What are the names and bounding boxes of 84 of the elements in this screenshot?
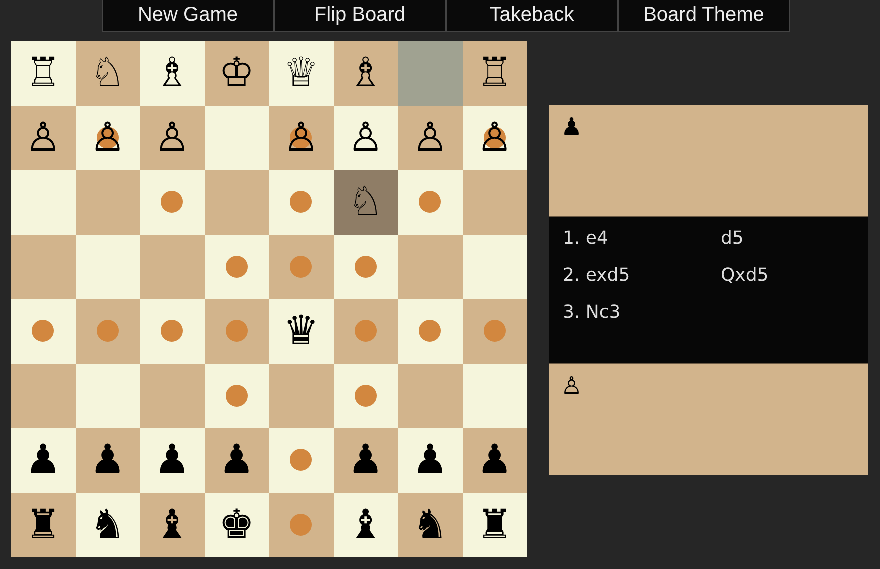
board-square[interactable] xyxy=(204,299,269,364)
board-square[interactable]: ♙ xyxy=(140,106,204,170)
board-square[interactable]: ♙ xyxy=(11,106,76,170)
board-square[interactable] xyxy=(76,299,140,364)
chess-piece[interactable]: ♟ xyxy=(218,440,255,480)
toolbar-button[interactable]: Flip Board xyxy=(274,0,446,32)
board-square[interactable]: ♖ xyxy=(462,41,527,106)
board-square[interactable] xyxy=(269,170,334,234)
board-square[interactable]: ♟ xyxy=(398,428,462,492)
board-square[interactable]: ♖ xyxy=(11,41,76,106)
board-square[interactable]: ♟ xyxy=(76,428,140,492)
board-square[interactable]: ♗ xyxy=(334,41,398,106)
board-square[interactable] xyxy=(398,170,462,234)
chess-piece[interactable]: ♟ xyxy=(154,440,190,480)
board-square[interactable]: ♙ xyxy=(334,106,398,170)
board-square[interactable]: ♚ xyxy=(204,492,269,557)
chess-piece[interactable]: ♔ xyxy=(218,53,255,94)
board-square[interactable] xyxy=(204,234,269,299)
board-square[interactable]: ♘ xyxy=(334,170,398,234)
chess-piece[interactable]: ♙ xyxy=(348,118,384,158)
chess-piece[interactable]: ♖ xyxy=(25,53,62,94)
move-notation: d5 xyxy=(721,227,745,251)
board-square[interactable] xyxy=(334,299,398,364)
chess-piece[interactable]: ♛ xyxy=(283,311,320,352)
board-square[interactable] xyxy=(398,299,462,364)
captured-piece: ♟ xyxy=(561,115,583,139)
chess-piece[interactable]: ♟ xyxy=(25,440,62,480)
chess-piece[interactable]: ♙ xyxy=(154,118,190,158)
board-square[interactable] xyxy=(462,299,527,364)
chess-piece[interactable]: ♖ xyxy=(476,53,513,94)
board-square[interactable] xyxy=(334,364,398,428)
chess-piece[interactable]: ♘ xyxy=(348,182,384,222)
chess-piece[interactable]: ♟ xyxy=(476,440,513,480)
chess-piece[interactable]: ♞ xyxy=(412,504,448,545)
board-square[interactable]: ♕ xyxy=(269,41,334,106)
toolbar-button[interactable]: New Game xyxy=(102,0,274,32)
board-square[interactable] xyxy=(269,428,334,492)
board-square[interactable]: ♟ xyxy=(462,428,527,492)
move-notation: 2. exd5 xyxy=(563,264,632,288)
board-square[interactable]: ♘ xyxy=(76,41,140,106)
move-notation: 1. e4 xyxy=(563,227,610,251)
move-notation: 3. Nc3 xyxy=(563,301,622,325)
board-square[interactable]: ♙ xyxy=(269,106,334,170)
board-square[interactable]: ♛ xyxy=(269,299,334,364)
chess-piece[interactable]: ♝ xyxy=(348,504,384,545)
chess-piece[interactable]: ♚ xyxy=(218,504,255,545)
board-square[interactable] xyxy=(140,170,204,234)
chess-piece[interactable]: ♞ xyxy=(90,504,126,545)
chess-piece[interactable]: ♗ xyxy=(154,53,190,94)
chess-piece[interactable]: ♟ xyxy=(90,440,126,480)
chess-piece[interactable]: ♕ xyxy=(283,53,320,94)
board-square[interactable]: ♝ xyxy=(334,492,398,557)
toolbar-button[interactable]: Takeback xyxy=(446,0,618,32)
board-square[interactable]: ♗ xyxy=(140,41,204,106)
board-square[interactable]: ♟ xyxy=(11,428,76,492)
board-square[interactable] xyxy=(269,492,334,557)
board-square[interactable] xyxy=(204,364,269,428)
board-square[interactable] xyxy=(334,234,398,299)
board-square[interactable] xyxy=(269,234,334,299)
board-square[interactable]: ♙ xyxy=(398,106,462,170)
board-square[interactable] xyxy=(140,299,204,364)
chess-piece[interactable]: ♙ xyxy=(25,118,62,158)
board-square[interactable]: ♟ xyxy=(204,428,269,492)
chess-piece[interactable]: ♜ xyxy=(476,504,513,545)
chess-piece[interactable]: ♘ xyxy=(90,53,126,94)
chess-piece[interactable]: ♗ xyxy=(348,53,384,94)
board-square[interactable] xyxy=(11,299,76,364)
move-notation: Qxd5 xyxy=(721,264,770,288)
board-square[interactable]: ♔ xyxy=(204,41,269,106)
board-square[interactable]: ♜ xyxy=(11,492,76,557)
board-square[interactable]: ♞ xyxy=(398,492,462,557)
chess-piece[interactable]: ♜ xyxy=(25,504,62,545)
board-square[interactable]: ♟ xyxy=(140,428,204,492)
board-square[interactable]: ♞ xyxy=(76,492,140,557)
chess-piece[interactable]: ♙ xyxy=(412,118,448,158)
board-square[interactable]: ♝ xyxy=(140,492,204,557)
chess-piece[interactable]: ♙ xyxy=(283,118,320,158)
captured-piece: ♙ xyxy=(561,374,583,398)
chess-piece[interactable]: ♟ xyxy=(412,440,448,480)
board-square[interactable]: ♟ xyxy=(334,428,398,492)
chess-piece[interactable]: ♝ xyxy=(154,504,190,545)
board-square[interactable]: ♜ xyxy=(462,492,527,557)
chess-piece[interactable]: ♟ xyxy=(348,440,384,480)
toolbar-button[interactable]: Board Theme xyxy=(618,0,790,32)
